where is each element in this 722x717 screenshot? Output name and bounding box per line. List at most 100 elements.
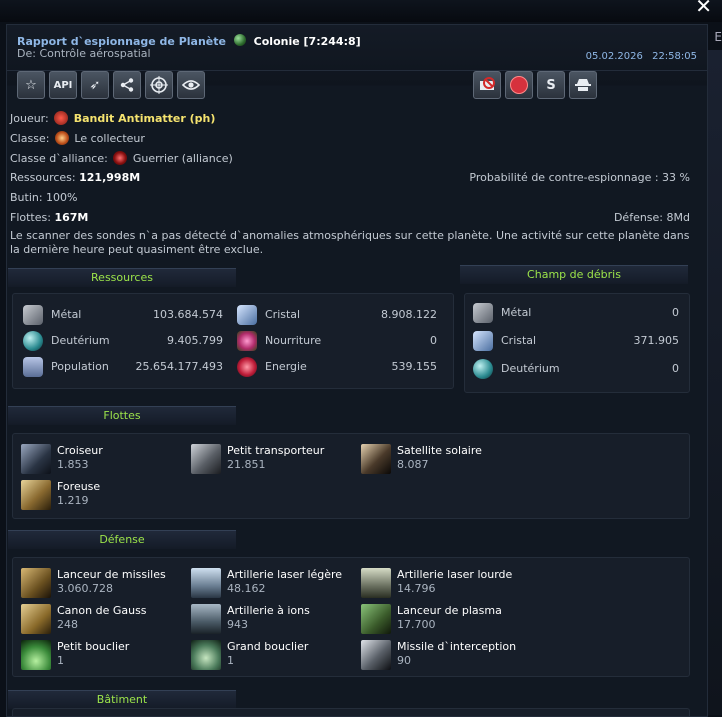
defense-unit[interactable]: Artillerie laser lourde 14.796	[361, 566, 521, 598]
unit-count: 1	[227, 654, 234, 667]
unit-count: 1.853	[57, 458, 89, 471]
defense-section-title: Défense	[8, 530, 236, 549]
debris-name: Cristal	[501, 334, 537, 347]
debris-section-title: Champ de débris	[460, 265, 688, 284]
fleets-label: Flottes:	[10, 211, 51, 224]
defense-summary: Défense: 8Md	[614, 211, 690, 224]
report-toolbar: ☆ API ➶ S	[17, 71, 697, 99]
large-shield-icon	[191, 640, 221, 670]
unit-count: 14.796	[397, 582, 436, 595]
resource-value: 0	[430, 334, 437, 347]
fleet-unit[interactable]: Petit transporteur 21.851	[191, 442, 351, 474]
fleet-unit[interactable]: Croiseur 1.853	[21, 442, 181, 474]
report-header: Rapport d`espionnage de Planète Colonie …	[7, 25, 707, 71]
resource-name: Population	[51, 360, 109, 373]
report-datetime: 05.02.2026 22:58:05	[586, 51, 697, 62]
colony-coordinates[interactable]: Colonie [7:244:8]	[254, 35, 361, 48]
fleets-box: Croiseur 1.853 Petit transporteur 21.851…	[12, 433, 690, 519]
class-label: Classe:	[10, 132, 50, 145]
light-laser-icon	[191, 568, 221, 598]
rocket-launcher-icon	[21, 568, 51, 598]
solar-satellite-icon	[361, 444, 391, 474]
player-row: Joueur: Bandit Antimatter (ph)	[10, 111, 215, 127]
resource-food: Nourriture 0	[237, 331, 437, 351]
metal-icon	[473, 303, 493, 323]
unit-name: Artillerie laser lourde	[397, 568, 513, 581]
defense-unit[interactable]: Missile d`interception 90	[361, 638, 541, 670]
api-icon: API	[53, 79, 73, 91]
report-info: Joueur: Bandit Antimatter (ph) Classe: L…	[10, 111, 700, 231]
report-time: 22:58:05	[652, 51, 697, 62]
unit-name: Canon de Gauss	[57, 604, 147, 617]
unit-count: 21.851	[227, 458, 266, 471]
defense-unit[interactable]: Canon de Gauss 248	[21, 602, 181, 634]
metal-icon	[23, 305, 43, 325]
alliance-class-value: Guerrier (alliance)	[132, 152, 233, 165]
share-button[interactable]	[113, 71, 141, 99]
unit-name: Petit transporteur	[227, 444, 325, 457]
defense-unit[interactable]: Artillerie à ions 943	[191, 602, 351, 634]
fleets-row: Flottes: 167M	[10, 211, 88, 227]
crawler-icon	[21, 480, 51, 510]
spy-button[interactable]	[569, 71, 597, 99]
small-shield-icon	[21, 640, 51, 670]
resource-crystal: Cristal 8.908.122	[237, 305, 437, 325]
fleet-unit[interactable]: Satellite solaire 8.087	[361, 442, 521, 474]
fleet-unit[interactable]: Foreuse 1.219	[21, 478, 181, 510]
unit-count: 1	[57, 654, 64, 667]
defense-unit[interactable]: Petit bouclier 1	[21, 638, 181, 670]
resources-label: Ressources:	[10, 171, 76, 184]
attack-button[interactable]: ➶	[81, 71, 109, 99]
heavy-laser-icon	[361, 568, 391, 598]
warrior-alliance-icon	[113, 151, 128, 165]
resource-population: Population 25.654.177.493	[23, 357, 223, 377]
bandit-rank-icon	[54, 111, 69, 125]
resources-row: Ressources: 121,998M	[10, 171, 140, 187]
resource-value: 103.684.574	[153, 308, 223, 321]
star-icon: ☆	[25, 77, 37, 93]
view-button[interactable]	[177, 71, 205, 99]
simulate-button[interactable]: S	[537, 71, 565, 99]
unit-name: Grand bouclier	[227, 640, 309, 653]
loot-label: Butin: 100%	[10, 191, 78, 204]
report-sender: De: Contrôle aérospatial	[17, 47, 151, 60]
unit-name: Missile d`interception	[397, 640, 517, 653]
unit-name: Foreuse	[57, 480, 101, 493]
crystal-icon	[473, 331, 493, 351]
resource-metal: Métal 103.684.574	[23, 305, 223, 325]
unit-count: 8.087	[397, 458, 429, 471]
defense-unit[interactable]: Grand bouclier 1	[191, 638, 351, 670]
interceptor-missile-icon	[361, 640, 391, 670]
debris-value: 0	[672, 306, 679, 319]
unit-count: 48.162	[227, 582, 266, 595]
defense-unit[interactable]: Lanceur de missiles 3.060.728	[21, 566, 181, 598]
defense-unit[interactable]: Lanceur de plasma 17.700	[361, 602, 521, 634]
class-value: Le collecteur	[74, 132, 145, 145]
favorite-button[interactable]: ☆	[17, 71, 45, 99]
block-messages-button[interactable]	[473, 71, 501, 99]
planet-icon	[233, 34, 246, 46]
unit-name: Croiseur	[57, 444, 103, 457]
fleets-section-title: Flottes	[8, 406, 236, 425]
crystal-icon	[237, 305, 257, 325]
target-button[interactable]	[145, 71, 173, 99]
stop-button[interactable]	[505, 71, 533, 99]
share-icon	[120, 78, 134, 92]
api-button[interactable]: API	[49, 71, 77, 99]
defense-box: Lanceur de missiles 3.060.728 Artillerie…	[12, 557, 690, 677]
no-message-icon	[480, 77, 495, 90]
close-icon[interactable]: ✕	[695, 0, 712, 18]
loot-row: Butin: 100%	[10, 191, 78, 207]
debris-name: Métal	[501, 306, 532, 319]
resource-value: 9.405.799	[167, 334, 223, 347]
defense-unit[interactable]: Artillerie laser légère 48.162	[191, 566, 351, 598]
resources-section-title: Ressources	[8, 268, 236, 287]
resource-name: Energie	[265, 360, 307, 373]
debris-deuterium: Deutérium 0	[473, 359, 679, 379]
player-name[interactable]: Bandit Antimatter (ph)	[74, 112, 216, 125]
debris-metal: Métal 0	[473, 303, 679, 323]
debris-value: 371.905	[633, 334, 680, 347]
resource-value: 25.654.177.493	[135, 360, 223, 373]
unit-name: Petit bouclier	[57, 640, 130, 653]
gauss-cannon-icon	[21, 604, 51, 634]
